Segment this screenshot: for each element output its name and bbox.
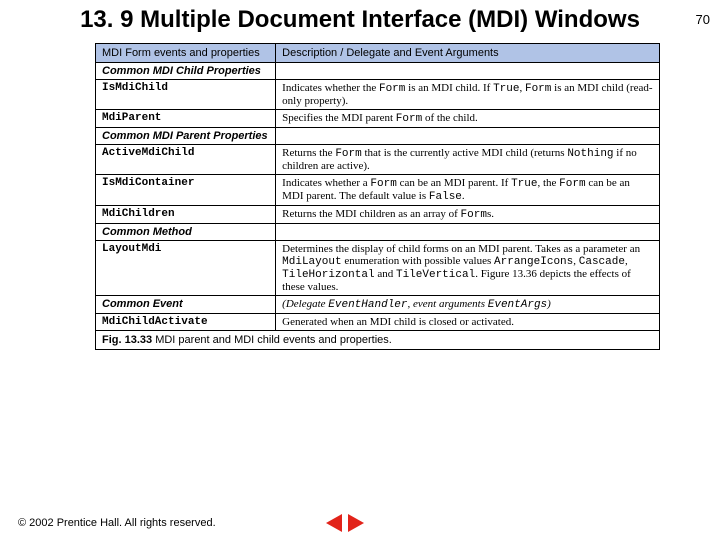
table-row: IsMdiChildIndicates whether the Form is … [96,80,659,110]
row-description [276,224,659,240]
row-name: MdiParent [96,110,276,127]
table-row: MdiChildrenReturns the MDI children as a… [96,206,659,224]
table-row: Common MDI Parent Properties [96,128,659,145]
row-name: Common MDI Child Properties [96,63,276,79]
row-name: MdiChildren [96,206,276,223]
row-name: LayoutMdi [96,241,276,295]
page-number: 70 [696,12,710,27]
row-name: MdiChildActivate [96,314,276,330]
row-name: Common MDI Parent Properties [96,128,276,144]
table-row: LayoutMdiDetermines the display of child… [96,241,659,296]
row-description [276,63,659,79]
header-col1: MDI Form events and properties [96,44,276,62]
prev-arrow-icon[interactable] [326,514,342,532]
row-description [276,128,659,144]
row-name: ActiveMdiChild [96,145,276,174]
figure-caption-text: MDI parent and MDI child events and prop… [152,334,392,346]
row-description: Returns the Form that is the currently a… [276,145,659,174]
table-row: Common Event(Delegate EventHandler, even… [96,296,659,314]
row-name: IsMdiContainer [96,175,276,205]
table-row: MdiParentSpecifies the MDI parent Form o… [96,110,659,128]
nav-arrows [326,514,364,532]
row-description: Determines the display of child forms on… [276,241,659,295]
header-col2: Description / Delegate and Event Argumen… [276,44,659,62]
row-name: Common Method [96,224,276,240]
figure-number: Fig. 13.33 [102,334,152,346]
row-description: Specifies the MDI parent Form of the chi… [276,110,659,127]
row-description: Generated when an MDI child is closed or… [276,314,659,330]
table-header: MDI Form events and properties Descripti… [96,44,659,63]
row-description: Indicates whether a Form can be an MDI p… [276,175,659,205]
table-row: Common MDI Child Properties [96,63,659,80]
row-description: (Delegate EventHandler, event arguments … [276,296,659,313]
row-description: Returns the MDI children as an array of … [276,206,659,223]
slide-title: 13. 9 Multiple Document Interface (MDI) … [60,6,660,35]
figure-caption: Fig. 13.33 MDI parent and MDI child even… [96,330,659,349]
row-name: Common Event [96,296,276,313]
table-row: ActiveMdiChildReturns the Form that is t… [96,145,659,175]
mdi-table: MDI Form events and properties Descripti… [95,43,660,350]
footer: © 2002 Prentice Hall. All rights reserve… [18,514,364,532]
table-row: IsMdiContainerIndicates whether a Form c… [96,175,659,206]
row-name: IsMdiChild [96,80,276,109]
row-description: Indicates whether the Form is an MDI chi… [276,80,659,109]
next-arrow-icon[interactable] [348,514,364,532]
table-row: MdiChildActivateGenerated when an MDI ch… [96,314,659,330]
copyright-text: © 2002 Prentice Hall. All rights reserve… [18,517,216,529]
table-row: Common Method [96,224,659,241]
